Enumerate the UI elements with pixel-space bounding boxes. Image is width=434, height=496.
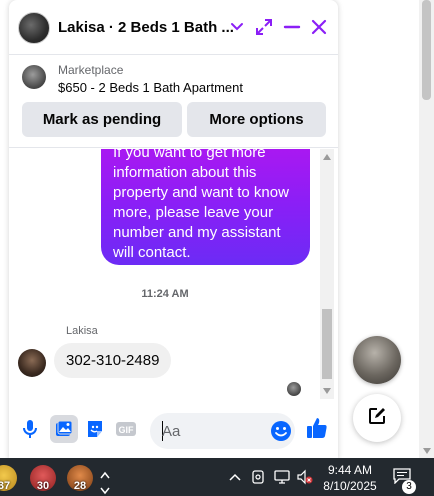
message-scrollbar-thumb[interactable]	[322, 309, 332, 379]
microphone-icon[interactable]	[19, 418, 41, 440]
compose-icon	[367, 406, 387, 431]
chat-head-avatar[interactable]	[353, 336, 401, 384]
chevron-down-icon[interactable]	[226, 16, 248, 38]
show-hidden-icons-chevron-icon[interactable]	[226, 468, 244, 486]
taskbar-scroll-down-icon[interactable]	[100, 482, 110, 496]
listing-title[interactable]: $650 - 2 Beds 1 Bath Apartment	[58, 80, 243, 95]
taskbar-app-2[interactable]: 30	[30, 465, 56, 492]
photo-icon[interactable]	[50, 415, 78, 443]
page-scroll-down-arrow[interactable]	[423, 448, 431, 454]
sticker-icon[interactable]	[84, 418, 106, 440]
page-scrollbar-thumb[interactable]	[422, 0, 431, 100]
message-scroll-down-arrow[interactable]	[323, 388, 331, 394]
svg-text:GIF: GIF	[119, 425, 135, 435]
taskbar-app-3-badge: 28	[73, 480, 87, 492]
message-scroll-up-arrow[interactable]	[323, 154, 331, 160]
message-composer: GIF	[9, 404, 338, 456]
message-input[interactable]	[162, 421, 262, 441]
taskbar-app-1-badge: 37	[0, 480, 11, 492]
taskbar-clock-date[interactable]: 8/10/2025	[318, 479, 382, 493]
new-message-button[interactable]	[353, 394, 401, 442]
minimize-icon[interactable]	[281, 16, 303, 38]
expand-icon[interactable]	[253, 16, 275, 38]
seen-indicator-avatar	[287, 382, 301, 396]
emoji-icon[interactable]	[270, 420, 292, 442]
taskbar-app-3[interactable]: 28	[67, 465, 93, 492]
message-list: If you want to get more information abou…	[9, 149, 338, 399]
chat-title[interactable]: Lakisa · 2 Beds 1 Bath ...	[58, 19, 234, 36]
taskbar: 37 30 28 9:44 AM 8/10/2025 3	[0, 458, 434, 496]
message-input-box[interactable]	[150, 413, 295, 449]
outgoing-message-bubble[interactable]: If you want to get more information abou…	[101, 149, 310, 265]
copilot-icon[interactable]	[249, 468, 267, 486]
chat-window: Lakisa · 2 Beds 1 Bath ... Marketplace $…	[9, 0, 338, 460]
close-icon[interactable]	[308, 16, 330, 38]
thumbs-up-icon[interactable]	[305, 416, 329, 440]
marketplace-listing-banner: Marketplace $650 - 2 Beds 1 Bath Apartme…	[9, 56, 338, 148]
taskbar-clock-time[interactable]: 9:44 AM	[318, 463, 382, 477]
sender-avatar[interactable]	[18, 349, 46, 377]
sender-name: Lakisa	[66, 325, 98, 337]
message-scrollbar[interactable]	[320, 149, 334, 399]
volume-muted-icon[interactable]	[296, 468, 314, 486]
contact-avatar[interactable]	[18, 12, 50, 44]
incoming-message-bubble[interactable]: 302-310-2489	[54, 343, 172, 378]
mark-as-pending-button[interactable]: Mark as pending	[22, 102, 182, 137]
taskbar-app-1[interactable]: 37	[0, 465, 17, 492]
message-timestamp: 11:24 AM	[141, 288, 189, 300]
listing-thumbnail[interactable]	[22, 65, 46, 89]
notification-count-badge: 3	[402, 480, 416, 494]
network-icon[interactable]	[273, 468, 291, 486]
marketplace-label: Marketplace	[58, 63, 124, 77]
chat-header[interactable]: Lakisa · 2 Beds 1 Bath ...	[9, 0, 338, 55]
more-options-button[interactable]: More options	[187, 102, 326, 137]
taskbar-app-2-badge: 30	[36, 480, 50, 492]
gif-icon[interactable]: GIF	[115, 418, 137, 440]
page-scrollbar[interactable]	[419, 0, 434, 458]
